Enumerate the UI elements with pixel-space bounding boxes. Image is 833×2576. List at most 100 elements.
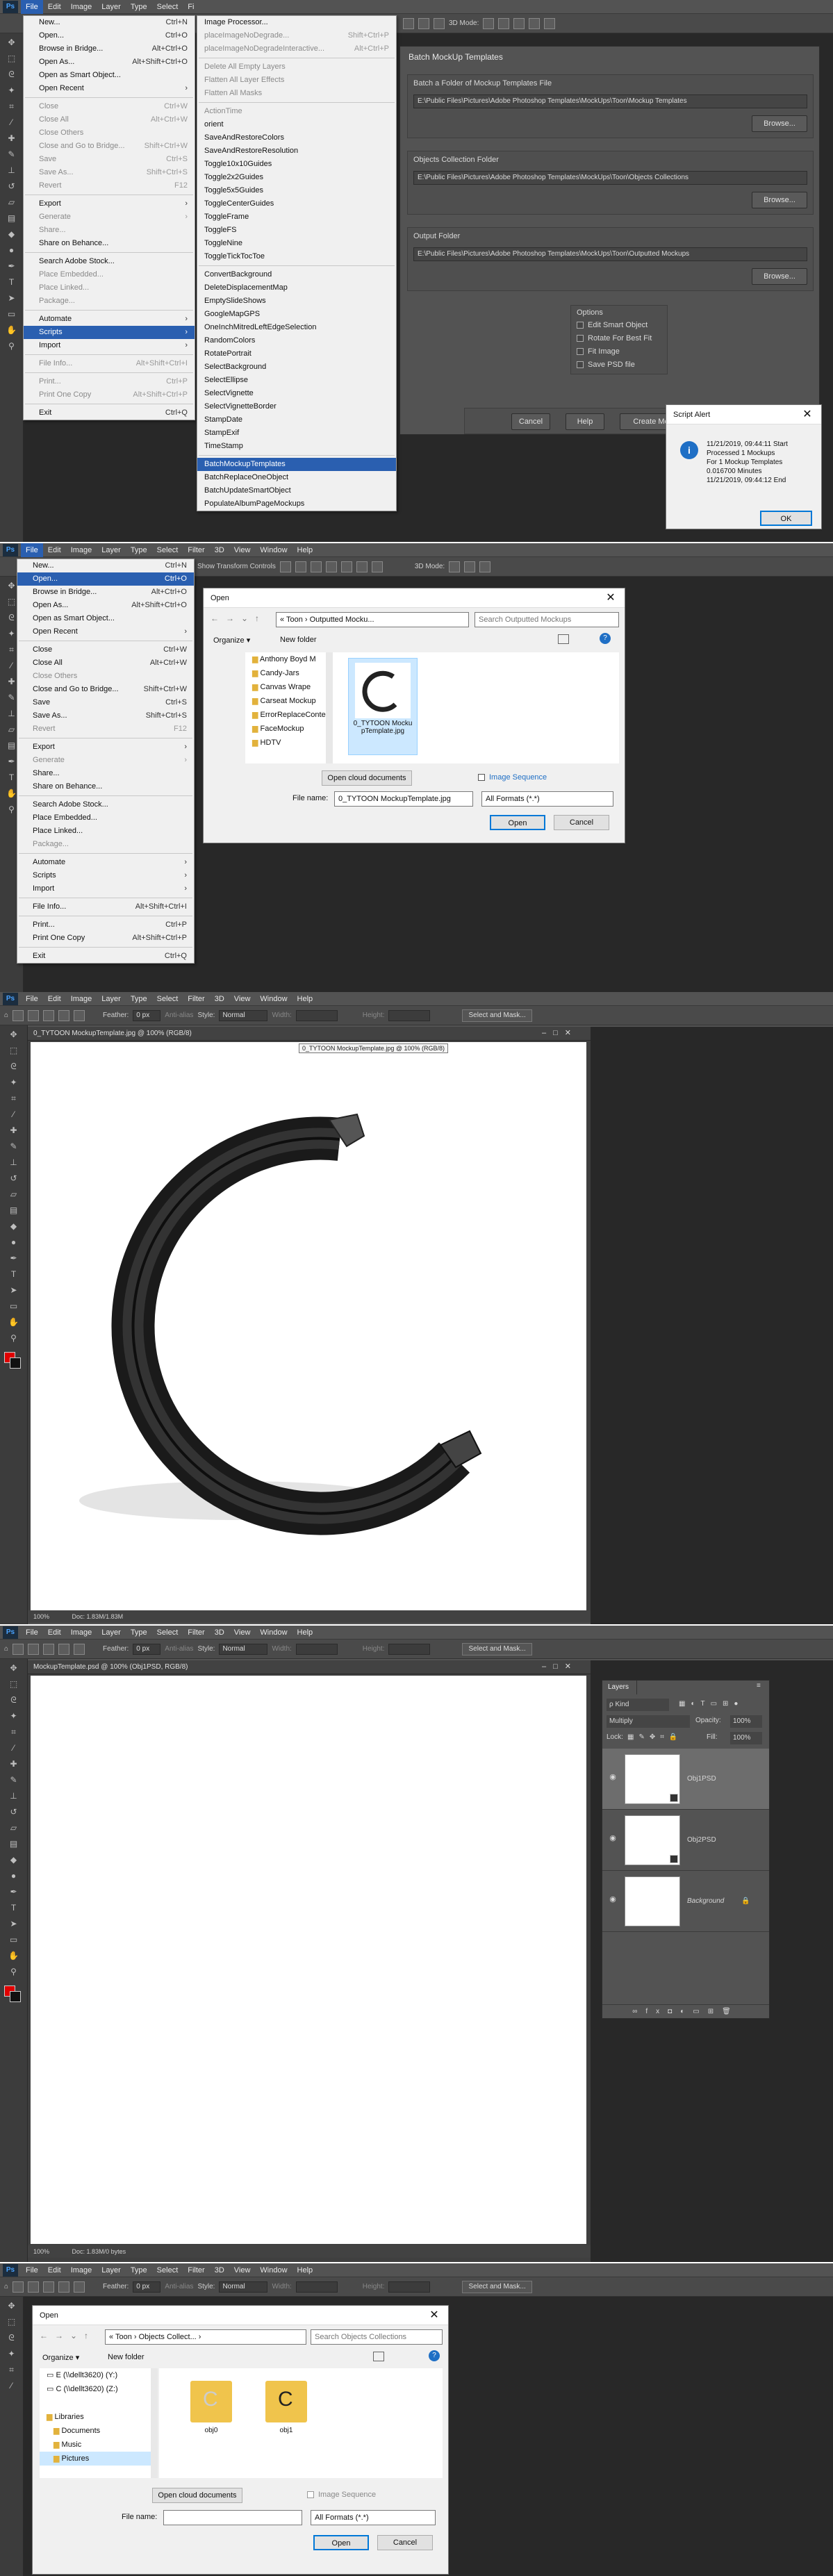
eraser-tool-icon[interactable]: ▱	[6, 1821, 22, 1835]
new-selection-icon[interactable]	[28, 1009, 40, 1021]
lock-icons[interactable]: ▦✎✥⌗🔒	[627, 1733, 682, 1741]
menu-view[interactable]: View	[229, 2263, 256, 2277]
menu-filter[interactable]: Filter	[183, 1626, 209, 1640]
new-selection-icon[interactable]	[28, 1643, 40, 1655]
script-item-toggle10x10guides[interactable]: Toggle10x10Guides	[197, 158, 396, 171]
heal-tool-icon[interactable]: ✚	[6, 1757, 22, 1771]
blur-tool-icon[interactable]: ◆	[3, 227, 20, 241]
menu-image[interactable]: Image	[66, 992, 97, 1006]
menu-help[interactable]: Help	[292, 543, 318, 557]
menu-item-file-info[interactable]: File Info... Alt+Shift+Ctrl+I	[24, 357, 195, 370]
intersect-selection-icon[interactable]	[74, 1643, 85, 1655]
script-item-stampdate[interactable]: StampDate	[197, 413, 396, 427]
option-edit-smart-object[interactable]: Edit Smart Object	[577, 321, 648, 329]
trash-icon[interactable]: 🗑	[722, 2008, 739, 2015]
hand-tool-icon[interactable]: ✋	[6, 1949, 22, 1963]
folder-tile[interactable]: C obj0	[187, 2381, 236, 2434]
align-icon[interactable]	[310, 561, 322, 572]
menu-view[interactable]: View	[229, 1626, 256, 1640]
add-selection-icon[interactable]	[43, 2281, 55, 2293]
view-icon[interactable]	[373, 2352, 384, 2361]
menu-3d[interactable]: 3D	[210, 2263, 229, 2277]
blur-tool-icon[interactable]: ◆	[6, 1853, 22, 1867]
fx-icon[interactable]: fx	[645, 2008, 668, 2015]
filter-kind-select[interactable]: ρ Kind	[607, 1699, 669, 1711]
lasso-tool-icon[interactable]: ᘓ	[6, 1693, 22, 1707]
feather-input[interactable]: 0 px	[133, 1009, 161, 1021]
menu-item-close-and-go-to-bridge[interactable]: Close and Go to Bridge... Shift+Ctrl+W	[24, 140, 195, 153]
menu-item-package[interactable]: Package...	[24, 295, 195, 308]
libraries-item[interactable]: ▆ Libraries	[40, 2410, 158, 2424]
filter-icons[interactable]: ▦◐T▭⊞●	[679, 1700, 743, 1708]
zoom-tool-icon[interactable]: ⚲	[3, 339, 20, 353]
style-select[interactable]: Normal	[219, 1643, 268, 1655]
eraser-tool-icon[interactable]: ▱	[6, 1187, 22, 1201]
menu-item-exit[interactable]: Exit Ctrl+Q	[17, 950, 194, 963]
path-select-icon[interactable]: ➤	[3, 291, 20, 305]
menu-layer[interactable]: Layer	[97, 992, 126, 1006]
file-type-select[interactable]: All Formats (*.*)	[481, 791, 613, 807]
select-and-mask-button[interactable]: Select and Mask...	[462, 1642, 532, 1656]
cancel-button[interactable]: Cancel	[377, 2535, 433, 2550]
script-item-selectvignette[interactable]: SelectVignette	[197, 387, 396, 400]
drive-item[interactable]: ▭ C (\\dellt3620) (Z:)	[40, 2382, 158, 2396]
style-select[interactable]: Normal	[219, 2281, 268, 2293]
menu-type[interactable]: Type	[126, 1626, 152, 1640]
ok-button[interactable]: OK	[760, 511, 812, 526]
menu-item-open-recent[interactable]: Open Recent ›	[24, 82, 195, 95]
3d-slide-icon[interactable]	[529, 17, 541, 29]
document-tab[interactable]: 0_TYTOON MockupTemplate.jpg @ 100% (RGB/…	[28, 1027, 591, 1041]
script-item-convertbackground[interactable]: ConvertBackground	[197, 268, 396, 281]
pen-tool-icon[interactable]: ✒	[6, 1885, 22, 1899]
dodge-tool-icon[interactable]: ●	[6, 1235, 22, 1249]
menu-window[interactable]: Window	[255, 992, 292, 1006]
open-button[interactable]: Open	[490, 815, 545, 830]
distribute-icon[interactable]	[371, 561, 383, 572]
menu-3d[interactable]: 3D	[210, 543, 229, 557]
menu-item-share[interactable]: Share...	[17, 767, 194, 780]
script-item-flatten-all-layer-effects[interactable]: Flatten All Layer Effects	[197, 74, 396, 87]
3d-roll-icon[interactable]	[498, 17, 510, 29]
blend-mode-select[interactable]: Multiply	[607, 1715, 690, 1728]
menu-item-import[interactable]: Import ›	[24, 339, 195, 352]
width-input[interactable]	[295, 2281, 338, 2293]
menu-filter[interactable]: Filter	[183, 2263, 209, 2277]
menu-edit[interactable]: Edit	[43, 992, 66, 1006]
menu-item-save-as[interactable]: Save As... Shift+Ctrl+S	[17, 709, 194, 723]
path-select-icon[interactable]: ➤	[6, 1283, 22, 1297]
window-controls[interactable]: –□✕	[542, 1028, 578, 1037]
subtract-selection-icon[interactable]	[58, 1009, 70, 1021]
style-select[interactable]: Normal	[219, 1009, 268, 1021]
height-input[interactable]	[388, 2281, 431, 2293]
image-sequence-checkbox[interactable]: Image Sequence	[307, 2491, 376, 2499]
script-item-toggle5x5guides[interactable]: Toggle5x5Guides	[197, 184, 396, 197]
script-item-saveandrestorecolors[interactable]: SaveAndRestoreColors	[197, 131, 396, 145]
mask-icon[interactable]: ◘	[668, 2008, 680, 2015]
type-tool-icon[interactable]: T	[3, 275, 20, 289]
script-item-batchupdatesmartobject[interactable]: BatchUpdateSmartObject	[197, 484, 396, 497]
document-canvas[interactable]	[31, 1676, 586, 2244]
shape-tool-icon[interactable]: ▭	[3, 307, 20, 321]
breadcrumb[interactable]: « Toon › Objects Collect... ›	[105, 2329, 306, 2345]
script-item-stampexif[interactable]: StampExif	[197, 427, 396, 440]
eyedropper-tool-icon[interactable]: ⁄	[3, 115, 20, 129]
gradient-tool-icon[interactable]: ▤	[3, 211, 20, 225]
add-selection-icon[interactable]	[43, 1009, 55, 1021]
layer-name[interactable]: Obj2PSD	[687, 1836, 716, 1844]
menu-filter[interactable]: Filter	[183, 992, 209, 1006]
feather-input[interactable]: 0 px	[133, 2281, 161, 2293]
menu-select[interactable]: Select	[152, 0, 183, 14]
menu-3d[interactable]: 3D	[210, 992, 229, 1006]
script-item-togglecenterguides[interactable]: ToggleCenterGuides	[197, 197, 396, 210]
menu-item-file-info[interactable]: File Info... Alt+Shift+Ctrl+I	[17, 900, 194, 914]
pen-tool-icon[interactable]: ✒	[3, 259, 20, 273]
intersect-selection-icon[interactable]	[74, 2281, 85, 2293]
folder-tile[interactable]: C obj1	[262, 2381, 311, 2434]
menu-item-automate[interactable]: Automate ›	[17, 856, 194, 869]
stamp-tool-icon[interactable]: ⊥	[6, 1789, 22, 1803]
menu-item-new[interactable]: New... Ctrl+N	[24, 16, 195, 29]
layer-row[interactable]: ◉ Background 🔒	[602, 1871, 769, 1932]
adjustment-icon[interactable]: ◐	[680, 2008, 693, 2015]
add-selection-icon[interactable]	[43, 1643, 55, 1655]
shape-tool-icon[interactable]: ▭	[6, 1299, 22, 1313]
